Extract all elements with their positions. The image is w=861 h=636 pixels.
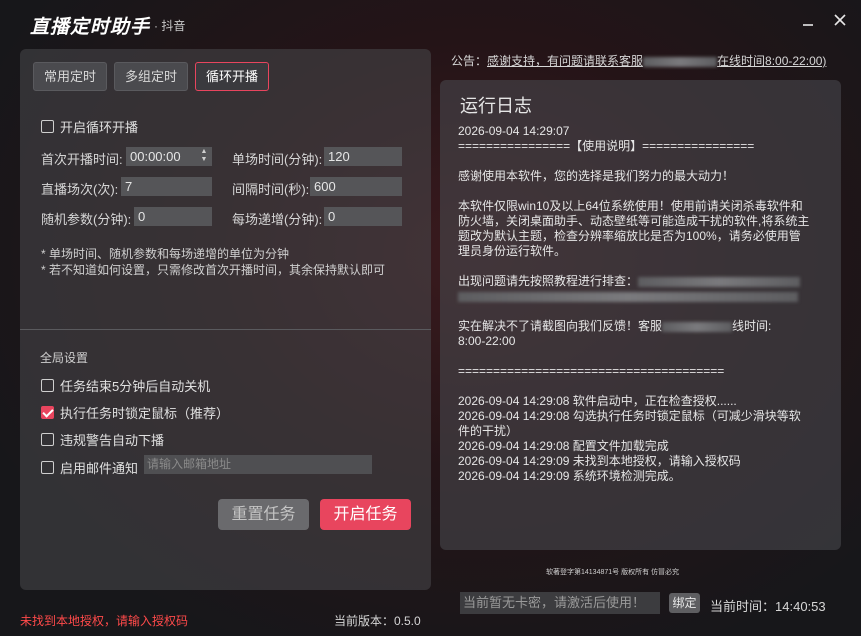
log-line: ================【使用说明】================: [458, 139, 755, 153]
copyright: 软著登字第14134871号 版权所有 仿冒必究: [546, 569, 680, 576]
auto-shutdown-label: 任务结束5分钟后自动关机: [60, 379, 211, 394]
enable-loop-label: 开启循环开播: [60, 120, 139, 135]
log-line: 2026-09-04 14:29:08 勾选执行任务时锁定鼠标（可减少滑块等软件…: [458, 409, 801, 438]
mode-tabs: 常用定时 多组定时 循环开播: [33, 62, 270, 91]
card-key-input[interactable]: 当前暂无卡密，请激活后使用！: [460, 592, 660, 614]
start-task-button[interactable]: 开启任务: [320, 499, 411, 530]
log-panel: 运行日志 2026-09-04 14:29:07 ===============…: [440, 80, 841, 550]
tab-multi-group-timer[interactable]: 多组定时: [114, 62, 189, 91]
log-line: 感谢使用本软件，您的选择是我们努力的最大动力！: [458, 169, 735, 183]
lock-mouse-label: 执行任务时锁定鼠标（推荐）: [60, 406, 230, 421]
enable-loop-checkbox[interactable]: [41, 120, 54, 133]
version-label: 当前版本：0.5.0: [334, 614, 421, 628]
current-time: 当前时间：14:40:53: [710, 596, 826, 615]
email-notify-label: 启用邮件通知: [60, 461, 139, 476]
log-line: [458, 289, 810, 304]
email-input[interactable]: 请输入邮箱地址: [144, 455, 372, 474]
count-label: 直播场次(次):: [41, 182, 119, 197]
log-content: 2026-09-04 14:29:07 ================【使用说…: [458, 124, 810, 484]
count-input[interactable]: 7: [121, 177, 212, 196]
tab-regular-timer[interactable]: 常用定时: [33, 62, 108, 91]
close-icon[interactable]: [829, 11, 851, 33]
increment-label: 每场递增(分钟):: [232, 212, 323, 227]
settings-panel: 常用定时 多组定时 循环开播 开启循环开播 首次开播时间: 00:00:00 ▲…: [20, 49, 431, 590]
option-lock-mouse[interactable]: 执行任务时锁定鼠标（推荐）: [41, 403, 229, 422]
log-line: 2026-09-04 14:29:07: [458, 124, 570, 138]
current-time-value: 14:40:53: [775, 599, 826, 614]
log-line: 本软件仅限win10及以上64位系统使用！使用前请关闭杀毒软件和防火墙，关闭桌面…: [458, 199, 810, 258]
redacted-contact: [643, 56, 718, 67]
minimize-icon[interactable]: [797, 11, 819, 33]
first-start-label: 首次开播时间:: [41, 152, 123, 167]
option-email-notify[interactable]: 启用邮件通知: [41, 458, 138, 477]
announcement: 公告：感谢支持，有问题请联系客服 在线时间8:00-22:00): [451, 52, 826, 69]
announcement-text-a: 感谢支持，有问题请联系客服: [487, 54, 644, 68]
option-auto-shutdown[interactable]: 任务结束5分钟后自动关机: [41, 376, 210, 395]
log-line: 2026-09-04 14:29:08 配置文件加载完成: [458, 439, 669, 453]
duration-label: 单场时间(分钟):: [232, 152, 323, 167]
log-title: 运行日志: [460, 96, 532, 116]
interval-label: 间隔时间(秒):: [232, 182, 310, 197]
log-line: 实在解决不了请截图向我们反馈！客服 线时间:: [458, 319, 810, 334]
option-auto-end-on-warning[interactable]: 违规警告自动下播: [41, 430, 164, 449]
note-default: * 若不知道如何设置，只需修改首次开播时间，其余保持默认即可: [41, 263, 386, 277]
title-bar: 直播定时助手 · 抖音: [0, 0, 861, 46]
auto-end-checkbox[interactable]: [41, 433, 54, 446]
auto-end-label: 违规警告自动下播: [60, 433, 165, 448]
current-time-label: 当前时间：: [710, 599, 776, 614]
log-line: 2026-09-04 14:29:09 系统环境检测完成。: [458, 469, 681, 483]
announcement-text-b: 在线时间8:00-22:00): [717, 54, 827, 68]
divider: [20, 329, 431, 330]
app-subtitle: · 抖音: [154, 19, 186, 33]
time-spinner[interactable]: ▲ ▼: [199, 148, 209, 167]
tab-loop-broadcast[interactable]: 循环开播: [195, 62, 270, 91]
log-line-text: 实在解决不了请截图向我们反馈！客服: [458, 319, 663, 333]
increment-input[interactable]: 0: [324, 207, 402, 226]
log-line: 出现问题请先按照教程进行排查：: [458, 274, 810, 289]
lock-mouse-checkbox[interactable]: [41, 406, 54, 419]
auto-shutdown-checkbox[interactable]: [41, 379, 54, 392]
log-line-text: 出现问题请先按照教程进行排查：: [458, 274, 639, 288]
redacted-contact: [662, 321, 733, 332]
announcement-link[interactable]: 感谢支持，有问题请联系客服 在线时间8:00-22:00): [487, 54, 826, 68]
interval-input[interactable]: 600: [310, 177, 402, 196]
enable-loop-row[interactable]: 开启循环开播: [41, 117, 138, 136]
email-notify-checkbox[interactable]: [41, 461, 54, 474]
app-title: 直播定时助手: [30, 17, 151, 38]
log-line: 2026-09-04 14:29:08 软件启动中，正在检查授权......: [458, 394, 737, 408]
reset-task-button[interactable]: 重置任务: [218, 499, 309, 530]
global-settings-title: 全局设置: [40, 351, 89, 365]
log-line: 2026-09-04 14:29:09 未找到本地授权，请输入授权码: [458, 454, 741, 468]
log-line: ======================================: [458, 364, 725, 378]
bind-button[interactable]: 绑定: [669, 593, 700, 613]
log-line-text: 线时间:: [732, 319, 772, 333]
auth-status: 未找到本地授权，请输入授权码: [20, 614, 189, 628]
note-units: * 单场时间、随机参数和每场递增的单位为分钟: [41, 247, 290, 261]
redacted-link: [458, 291, 798, 302]
random-input[interactable]: 0: [134, 207, 212, 226]
duration-input[interactable]: 120: [324, 147, 402, 166]
random-label: 随机参数(分钟):: [41, 212, 132, 227]
redacted-link: [638, 276, 801, 287]
announcement-prefix: 公告：: [451, 54, 488, 68]
app-window: 直播定时助手 · 抖音 常用定时 多组定时 循环开播 开启循环开播 首次开播时间…: [0, 0, 861, 636]
log-line: 8:00-22:00: [458, 334, 516, 348]
